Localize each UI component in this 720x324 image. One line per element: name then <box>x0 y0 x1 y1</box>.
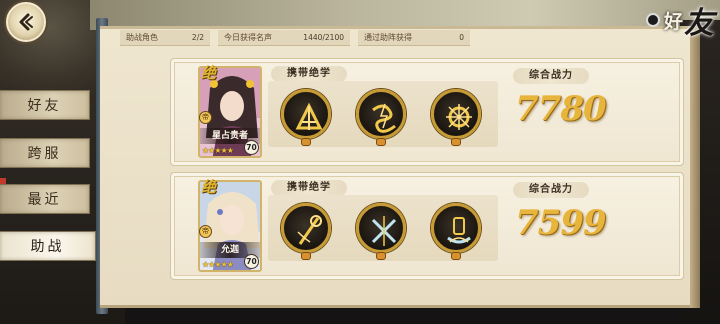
skill-slot[interactable] <box>356 203 406 260</box>
skill-bead <box>451 252 461 260</box>
tab-friends[interactable]: 好友 <box>0 90 90 120</box>
page-title-part2: 友 <box>684 6 714 41</box>
assist-reward-label: 通过助阵获得 <box>364 33 412 42</box>
rank-tag: 帝 <box>199 111 212 124</box>
scroll-rod-right <box>690 26 700 308</box>
hero-level: 70 <box>244 254 259 269</box>
tab-assist-label: 助战 <box>30 239 65 255</box>
tab-assist[interactable]: 助战 <box>0 231 96 261</box>
back-arrow-icon <box>19 13 33 31</box>
tab-recent-label: 最近 <box>27 192 62 208</box>
skill-bead <box>301 252 311 260</box>
skill-slot[interactable] <box>431 203 481 260</box>
crossed-blades-icon <box>371 216 397 246</box>
rank-tag: 帝 <box>199 225 212 238</box>
tab-recent[interactable]: 最近 <box>0 184 90 214</box>
reputation-label: 今日获得名声 <box>224 33 272 42</box>
sword-burst-icon <box>295 102 323 130</box>
assist-hero-card[interactable]: 星占贵者 ★★★★★ 70 绝 帝 携带绝学 综合战力 7780 <box>170 58 684 166</box>
power-label: 综合战力 <box>513 68 589 84</box>
combat-power-value: 7599 <box>515 203 607 243</box>
skill-bead <box>451 138 461 146</box>
lightning-serpent-icon <box>372 103 396 133</box>
combat-power-value: 7780 <box>515 89 607 129</box>
tab-cross-server-label: 跨服 <box>27 146 62 162</box>
skill-slot[interactable] <box>281 203 331 260</box>
page-title: 好 友 <box>645 2 714 41</box>
skills-label: 携带绝学 <box>271 180 347 196</box>
scroll-wave-icon <box>447 217 471 244</box>
skill-bead <box>301 138 311 146</box>
power-label: 综合战力 <box>513 182 589 198</box>
assist-heroes-value: 2/2 <box>191 33 204 42</box>
golden-orb-icon <box>446 104 472 130</box>
assist-reward-value: 0 <box>459 33 464 42</box>
hero-level: 70 <box>244 140 259 155</box>
skill-slot[interactable] <box>431 89 481 146</box>
jue-badge: 绝 <box>201 64 217 82</box>
hero-stars: ★★★★★ <box>202 146 234 155</box>
assist-reward-stat: 通过助阵获得 0 <box>358 30 470 46</box>
skill-slot-row <box>268 81 498 147</box>
page-title-part1: 好 <box>663 10 683 33</box>
assist-hero-card[interactable]: 允迦 ★★★★★ 70 绝 帝 携带绝学 综合战力 7599 <box>170 172 684 280</box>
jue-badge: 绝 <box>201 178 217 196</box>
staff-strike-icon <box>297 215 322 245</box>
skill-slot[interactable] <box>281 89 331 146</box>
info-icon[interactable] <box>645 13 660 27</box>
reputation-stat: 今日获得名声 1440/2100 <box>218 30 350 46</box>
tab-cross-server[interactable]: 跨服 <box>0 138 90 168</box>
hero-stars: ★★★★★ <box>202 260 234 269</box>
assist-heroes-label: 助战角色 <box>126 33 158 42</box>
assist-heroes-stat: 助战角色 2/2 <box>120 30 210 46</box>
skill-bead <box>376 138 386 146</box>
tab-friends-label: 好友 <box>27 98 62 114</box>
reputation-value: 1440/2100 <box>303 33 344 42</box>
skill-slot[interactable] <box>356 89 406 146</box>
skill-slot-row <box>268 195 498 261</box>
back-button[interactable] <box>6 2 46 42</box>
skill-bead <box>376 252 386 260</box>
skills-label: 携带绝学 <box>271 66 347 82</box>
